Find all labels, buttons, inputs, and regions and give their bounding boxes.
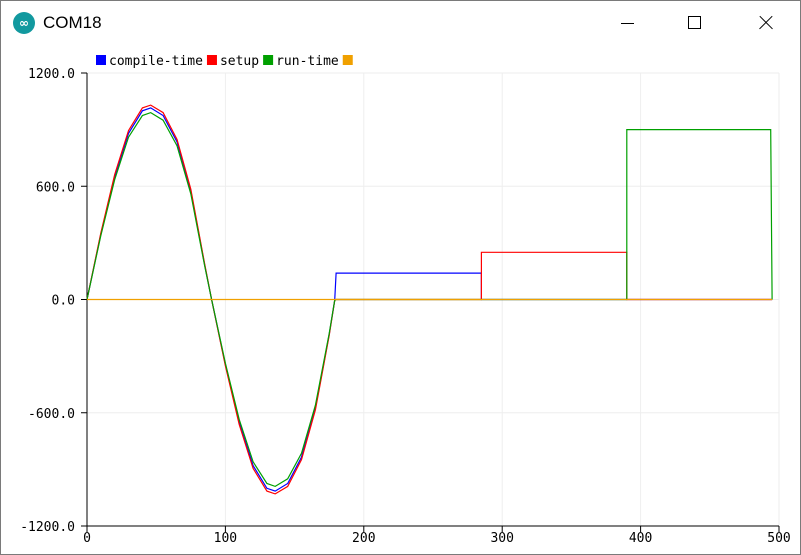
x-tick-label: 100: [214, 531, 237, 546]
serial-plot: -1200.0 -600.0 0.0 600.0 1200.0 0 100 200 300 400…: [20, 54, 791, 546]
y-tick-label: -600.0: [28, 407, 75, 422]
x-tick-label: 500: [767, 531, 790, 546]
legend-swatch: [342, 55, 353, 65]
legend-swatch: [96, 55, 106, 65]
y-tick-label: 1200.0: [28, 67, 75, 82]
y-tick-label: -1200.0: [20, 520, 75, 535]
y-tick-label: 0.0: [52, 294, 75, 309]
x-tick-label: 0: [83, 531, 91, 546]
x-tick-label: 300: [490, 531, 513, 546]
y-tick-label: 600.0: [36, 180, 75, 195]
legend-swatch: [263, 55, 274, 65]
legend-label: run-time: [276, 54, 339, 69]
legend-swatch: [206, 55, 217, 65]
legend-label: compile-time: [109, 54, 203, 69]
legend-label: setup: [220, 54, 259, 69]
x-tick-label: 400: [629, 531, 652, 546]
x-tick-label: 200: [352, 531, 375, 546]
